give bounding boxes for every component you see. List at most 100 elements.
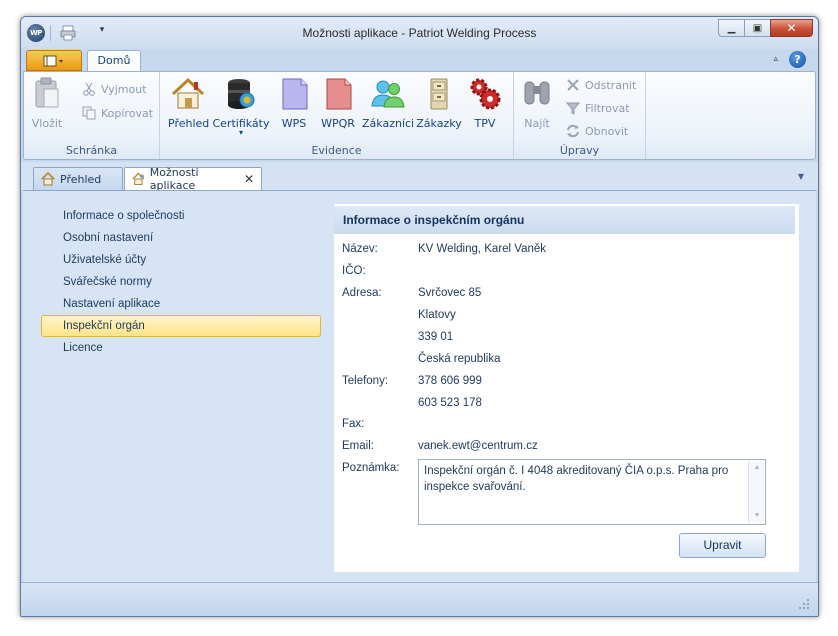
doc-tab-app-options[interactable]: Možnosti aplikace ✕ [124,166,262,192]
label-name: Název: [342,243,378,255]
find-button[interactable]: Najít [520,76,554,130]
close-window-button[interactable]: ✕ [770,19,813,37]
close-tab-icon[interactable]: ✕ [244,172,254,186]
copy-button[interactable]: Kopírovat [82,106,153,120]
ribbon-collapse-chevron-icon[interactable]: ▵ [773,54,778,64]
value-address-zip: 339 01 [418,331,454,343]
value-address-country: Česká republika [418,353,501,365]
resize-grip-icon[interactable] [798,598,810,610]
paste-label: Vložit [31,117,63,130]
filter-button[interactable]: Filtrovat [566,101,630,115]
nav-item-personal-settings[interactable]: Osobní nastavení [41,227,321,249]
window-title: Možnosti aplikace - Patriot Welding Proc… [302,26,537,40]
certificates-button[interactable]: Certifikáty ▾ [212,76,270,137]
edit-button[interactable]: Upravit [679,533,766,558]
cut-label: Vyjmout [101,82,147,96]
note-text: Inspekční orgán č. I 4048 akreditovaný Č… [424,465,729,493]
label-ico: IČO: [342,265,366,277]
group-evidence: Přehled Certifikáty ▾ WPS WPQR Zákazníci… [160,72,514,159]
refresh-button[interactable]: Obnovit [566,124,628,138]
orders-label: Zákazky [416,117,462,130]
group-clipboard: Vložit Vyjmout Kopírovat Schránka [24,72,160,159]
content-area: Informace o společnosti Osobní nastavení… [23,190,816,582]
label-fax: Fax: [342,418,365,430]
value-phone-1: 378 606 999 [418,375,482,387]
filter-funnel-icon [566,102,580,115]
nav-item-welding-standards[interactable]: Svářečské normy [41,271,321,293]
scissors-icon [83,82,95,96]
status-bar [21,582,818,616]
ribbon-panel: Vložit Vyjmout Kopírovat Schránka Přehle… [23,71,816,160]
wps-document-icon [282,78,308,110]
wpqr-button[interactable]: WPQR [316,76,360,130]
panel-title: Informace o inspekčním orgánu [343,213,525,227]
doc-tab-overview-label: Přehled [60,172,102,186]
tpv-label: TPV [474,117,496,130]
document-tab-strip: Přehled Možnosti aplikace ✕ ▼ [21,162,818,192]
label-phones: Telefony: [342,375,389,387]
scroll-down-icon[interactable]: ▼ [749,509,765,523]
title-bar: WP ▾ Možnosti aplikace - Patriot Welding… [21,17,818,49]
house-icon [171,77,205,109]
nav-item-inspection-body[interactable]: Inspekční orgán [41,315,321,337]
group-label-clipboard: Schránka [65,144,118,157]
maximize-button[interactable]: ▣ [744,19,770,37]
nav-item-license[interactable]: Licence [41,337,321,359]
minimize-button[interactable]: ▁ [718,19,744,37]
value-address-city: Klatovy [418,309,456,321]
application-menu-button[interactable] [26,50,82,71]
label-address: Adresa: [342,287,382,299]
overview-button[interactable]: Přehled [168,76,210,130]
label-note: Poznámka: [342,462,400,474]
nav-item-app-settings[interactable]: Nastavení aplikace [41,293,321,315]
refresh-label: Obnovit [585,124,629,138]
scroll-up-icon[interactable]: ▲ [749,461,765,475]
customers-people-icon [371,80,405,108]
customers-button[interactable]: Zákazníci [362,76,414,130]
nav-item-user-accounts[interactable]: Uživatelské účty [41,249,321,271]
ribbon-tab-row: Domů ▵ ? [21,49,818,72]
gears-icon [470,78,501,110]
doc-tab-overview[interactable]: Přehled [33,167,123,190]
find-label: Najít [524,117,550,130]
paste-icon [35,77,59,108]
tpv-button[interactable]: TPV [464,76,506,130]
filter-label: Filtrovat [585,101,630,115]
house-icon [41,172,55,186]
app-menu-icon [43,55,63,66]
wpqr-label: WPQR [321,117,355,130]
overview-label: Přehled [168,117,210,130]
wps-button[interactable]: WPS [274,76,314,130]
value-address-street: Svrčovec 85 [418,287,482,299]
panel-header: Informace o inspekčním orgánu [334,204,799,236]
cut-button[interactable]: Vyjmout [82,82,147,96]
value-email: vanek.ewt@centrum.cz [418,440,538,452]
orders-cabinet-icon [430,78,448,110]
group-label-evidence: Evidence [311,144,362,157]
note-scrollbar[interactable]: ▲ ▼ [748,461,764,523]
copy-label: Kopírovat [101,106,154,120]
tab-home[interactable]: Domů [87,50,141,72]
certificates-dropdown-icon: ▾ [238,128,243,137]
nav-item-company-info[interactable]: Informace o společnosti [41,205,321,227]
value-name: KV Welding, Karel Vaněk [418,243,547,255]
remove-label: Odstranit [585,78,637,92]
refresh-arrows-icon [567,124,579,138]
remove-button[interactable]: Odstranit [566,78,636,92]
copy-icon [82,106,96,120]
binoculars-icon [524,81,550,105]
wps-label: WPS [281,117,307,130]
wpqr-document-icon [326,78,352,110]
tab-list-dropdown-icon[interactable]: ▼ [798,172,804,181]
window-controls: ▁ ▣ ✕ [718,19,813,37]
doc-tab-app-options-label: Možnosti aplikace [149,166,199,192]
label-email: Email: [342,440,374,452]
group-label-edit: Úpravy [559,144,600,157]
group-edit: Najít Odstranit Filtrovat Obnovit Úpravy [514,72,646,159]
orders-button[interactable]: Zákazky [416,76,462,130]
note-textarea[interactable]: Inspekční orgán č. I 4048 akreditovaný Č… [418,459,766,525]
paste-button[interactable]: Vložit [30,76,64,130]
settings-house-icon [132,172,145,185]
customers-label: Zákazníci [362,117,415,130]
help-icon[interactable]: ? [789,51,806,68]
